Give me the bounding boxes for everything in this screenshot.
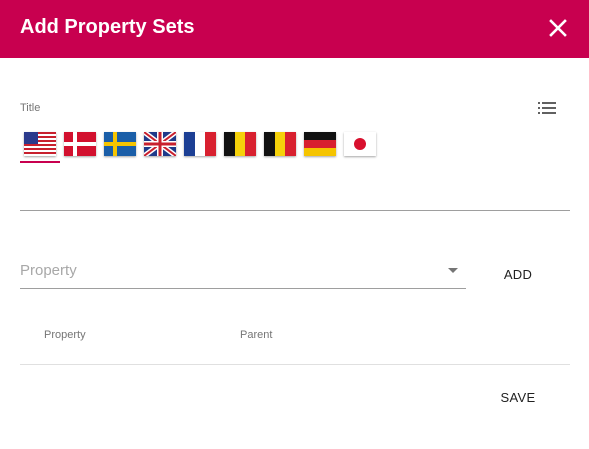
property-select[interactable]: Property (20, 256, 466, 289)
dialog-header: Add Property Sets (0, 0, 589, 58)
belgium-flag-icon[interactable] (224, 132, 256, 156)
us-flag-icon[interactable] (20, 132, 60, 163)
list-icon[interactable] (536, 98, 558, 118)
uk-flag-icon[interactable] (144, 132, 176, 156)
sweden-flag-icon[interactable] (104, 132, 136, 156)
title-label: Title (20, 102, 41, 114)
belgium-flag-icon[interactable] (264, 132, 296, 156)
column-header-property: Property (44, 329, 86, 341)
france-flag-icon[interactable] (184, 132, 216, 156)
title-input[interactable] (20, 178, 570, 211)
dialog-title: Add Property Sets (20, 16, 195, 38)
save-button[interactable]: SAVE (494, 389, 542, 405)
add-button[interactable]: ADD (495, 266, 541, 282)
close-icon[interactable] (545, 15, 571, 41)
table-header: Property Parent (20, 315, 570, 365)
column-header-parent: Parent (240, 329, 273, 341)
denmark-flag-icon[interactable] (64, 132, 96, 156)
property-select-placeholder: Property (20, 262, 77, 279)
japan-flag-icon[interactable] (344, 132, 376, 156)
germany-flag-icon[interactable] (304, 132, 336, 156)
chevron-down-icon (448, 268, 458, 273)
